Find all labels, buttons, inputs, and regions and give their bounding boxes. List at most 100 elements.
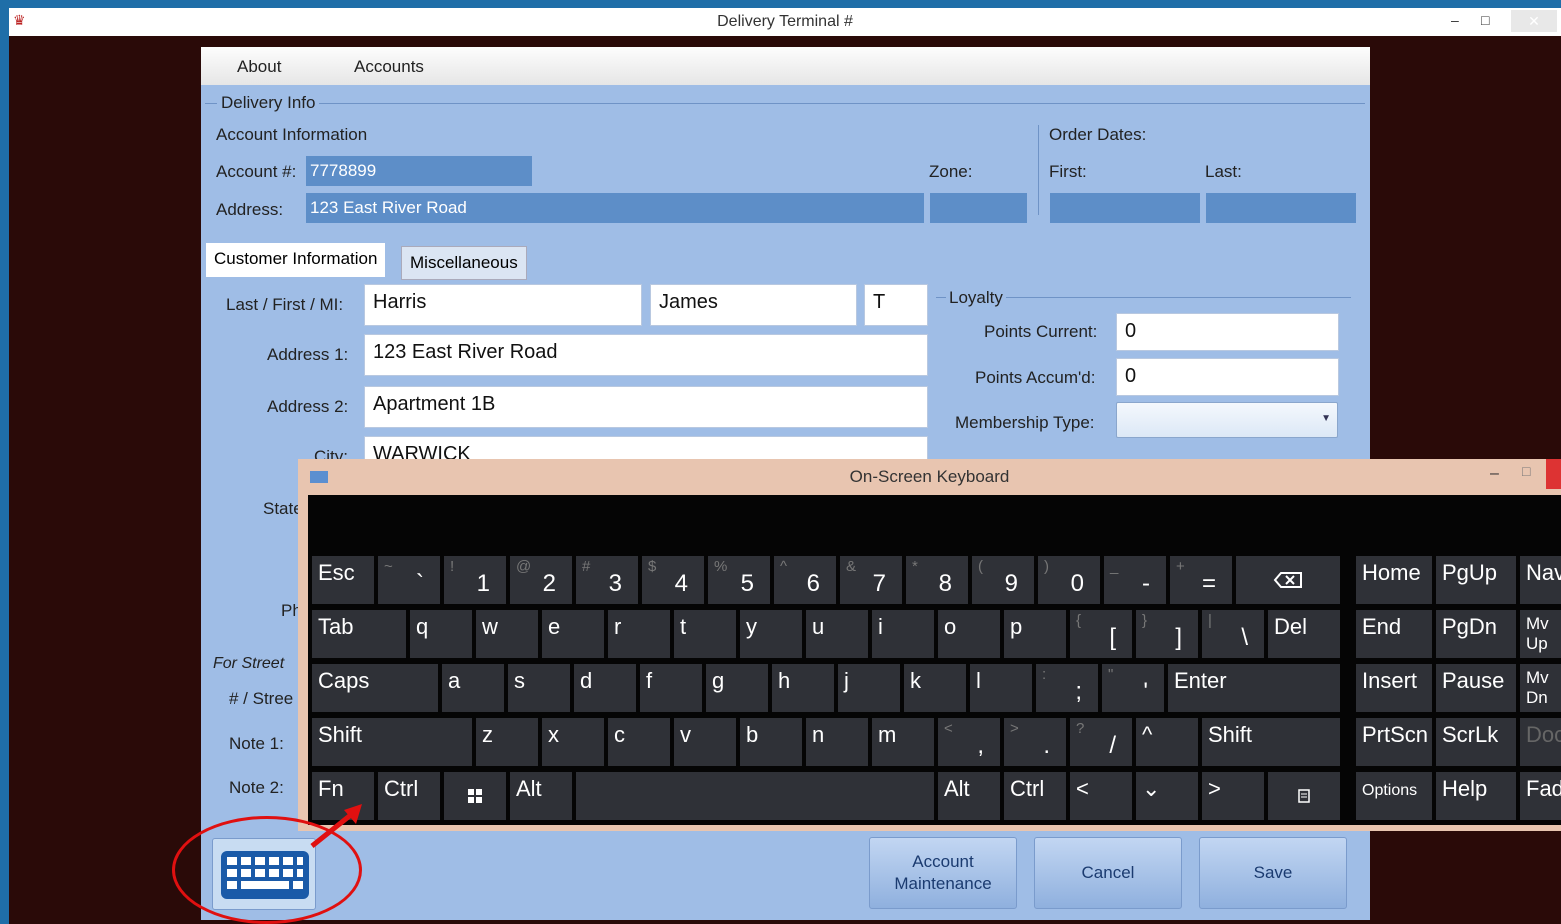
key-5[interactable]: % 5: [708, 556, 770, 604]
key-mv-dn[interactable]: Mv Dn: [1520, 664, 1561, 712]
last-date-field[interactable]: [1206, 193, 1356, 223]
key-punct-1[interactable]: " ': [1102, 664, 1164, 712]
key-8[interactable]: * 8: [906, 556, 968, 604]
key-dock[interactable]: Dock: [1520, 718, 1561, 766]
key-a[interactable]: a: [442, 664, 504, 712]
key-punct4-2[interactable]: ? /: [1070, 718, 1132, 766]
key-pgup[interactable]: PgUp: [1436, 556, 1516, 604]
key-p[interactable]: p: [1004, 610, 1066, 658]
tab-customer-information[interactable]: Customer Information: [206, 243, 386, 277]
key-1[interactable]: ! 1: [444, 556, 506, 604]
points-current-field[interactable]: 0: [1116, 313, 1339, 351]
key-up-arrow[interactable]: ^: [1136, 718, 1198, 766]
restore-button[interactable]: □: [1481, 12, 1489, 28]
key-punct-0[interactable]: :;: [1036, 664, 1098, 712]
key-space[interactable]: [576, 772, 934, 820]
key-bracket-0[interactable]: {[: [1070, 610, 1132, 658]
key-e[interactable]: e: [542, 610, 604, 658]
key-help[interactable]: Help: [1436, 772, 1516, 820]
key-l[interactable]: l: [970, 664, 1032, 712]
key-2[interactable]: @2: [510, 556, 572, 604]
key-v[interactable]: v: [674, 718, 736, 766]
key-x[interactable]: x: [542, 718, 604, 766]
key-options[interactable]: Options: [1356, 772, 1432, 820]
mi-field[interactable]: T: [864, 284, 928, 326]
menu-about[interactable]: About: [237, 57, 281, 77]
key-m[interactable]: m: [872, 718, 934, 766]
key-scrlk[interactable]: ScrLk: [1436, 718, 1516, 766]
key-9[interactable]: (9: [972, 556, 1034, 604]
key-c[interactable]: c: [608, 718, 670, 766]
osk-close-button[interactable]: [1546, 459, 1561, 489]
key-n[interactable]: n: [806, 718, 868, 766]
key-fade[interactable]: Fade: [1520, 772, 1561, 820]
address2-field[interactable]: Apartment 1B: [364, 386, 928, 428]
key-esc[interactable]: Esc: [312, 556, 374, 604]
address1-field[interactable]: 123 East River Road: [364, 334, 928, 376]
key-enter[interactable]: Enter: [1168, 664, 1340, 712]
key-insert[interactable]: Insert: [1356, 664, 1432, 712]
key-alt-right[interactable]: Alt: [938, 772, 1000, 820]
key-shift-right[interactable]: Shift: [1202, 718, 1340, 766]
key-bracket-2[interactable]: | \: [1202, 610, 1264, 658]
key-right-arrow[interactable]: >: [1202, 772, 1264, 820]
key-u[interactable]: u: [806, 610, 868, 658]
membership-select[interactable]: ▼: [1116, 402, 1338, 438]
key-g[interactable]: g: [706, 664, 768, 712]
key-del[interactable]: Del: [1268, 610, 1340, 658]
key-i[interactable]: i: [872, 610, 934, 658]
points-accum-field[interactable]: 0: [1116, 358, 1339, 396]
account-number-field[interactable]: 7778899: [306, 156, 532, 186]
key-3[interactable]: #3: [576, 556, 638, 604]
key-w[interactable]: w: [476, 610, 538, 658]
key-punct4-1[interactable]: >.: [1004, 718, 1066, 766]
key-`[interactable]: ~ `: [378, 556, 440, 604]
key-left-arrow[interactable]: <: [1070, 772, 1132, 820]
key-f[interactable]: f: [640, 664, 702, 712]
key-6[interactable]: ^ 6: [774, 556, 836, 604]
address-field[interactable]: 123 East River Road: [306, 193, 924, 223]
first-date-field[interactable]: [1050, 193, 1200, 223]
key-tab[interactable]: Tab: [312, 610, 406, 658]
osk-restore-button[interactable]: □: [1522, 463, 1530, 479]
key-bracket-1[interactable]: }]: [1136, 610, 1198, 658]
first-name-field[interactable]: James: [650, 284, 857, 326]
key-d[interactable]: d: [574, 664, 636, 712]
last-name-field[interactable]: Harris: [364, 284, 642, 326]
key-home[interactable]: Home: [1356, 556, 1432, 604]
key-=[interactable]: + =: [1170, 556, 1232, 604]
account-maintenance-button[interactable]: Account Maintenance: [869, 837, 1017, 909]
key-alt-left[interactable]: Alt: [510, 772, 572, 820]
key-b[interactable]: b: [740, 718, 802, 766]
key--[interactable]: _ -: [1104, 556, 1166, 604]
save-button[interactable]: Save: [1199, 837, 1347, 909]
key-s[interactable]: s: [508, 664, 570, 712]
key-nav[interactable]: Nav: [1520, 556, 1561, 604]
minimize-button[interactable]: –: [1451, 12, 1459, 28]
tab-miscellaneous[interactable]: Miscellaneous: [401, 246, 527, 280]
key-ctrl-left[interactable]: Ctrl: [378, 772, 440, 820]
key-j[interactable]: j: [838, 664, 900, 712]
key-ctrl-right[interactable]: Ctrl: [1004, 772, 1066, 820]
key-y[interactable]: y: [740, 610, 802, 658]
key-pgdn[interactable]: PgDn: [1436, 610, 1516, 658]
key-windows[interactable]: [444, 772, 506, 820]
key-k[interactable]: k: [904, 664, 966, 712]
key-shift-left[interactable]: Shift: [312, 718, 472, 766]
key-down-arrow[interactable]: ⌄: [1136, 772, 1198, 820]
key-pause[interactable]: Pause: [1436, 664, 1516, 712]
key-q[interactable]: q: [410, 610, 472, 658]
key-4[interactable]: $4: [642, 556, 704, 604]
cancel-button[interactable]: Cancel: [1034, 837, 1182, 909]
key-z[interactable]: z: [476, 718, 538, 766]
osk-minimize-button[interactable]: –: [1490, 465, 1499, 483]
key-punct4-0[interactable]: <,: [938, 718, 1000, 766]
key-0[interactable]: ) 0: [1038, 556, 1100, 604]
key-end[interactable]: End: [1356, 610, 1432, 658]
key-backspace[interactable]: [1236, 556, 1340, 604]
menu-accounts[interactable]: Accounts: [354, 57, 424, 77]
key-t[interactable]: t: [674, 610, 736, 658]
zone-field[interactable]: [930, 193, 1027, 223]
key-menu[interactable]: [1268, 772, 1340, 820]
key-o[interactable]: o: [938, 610, 1000, 658]
